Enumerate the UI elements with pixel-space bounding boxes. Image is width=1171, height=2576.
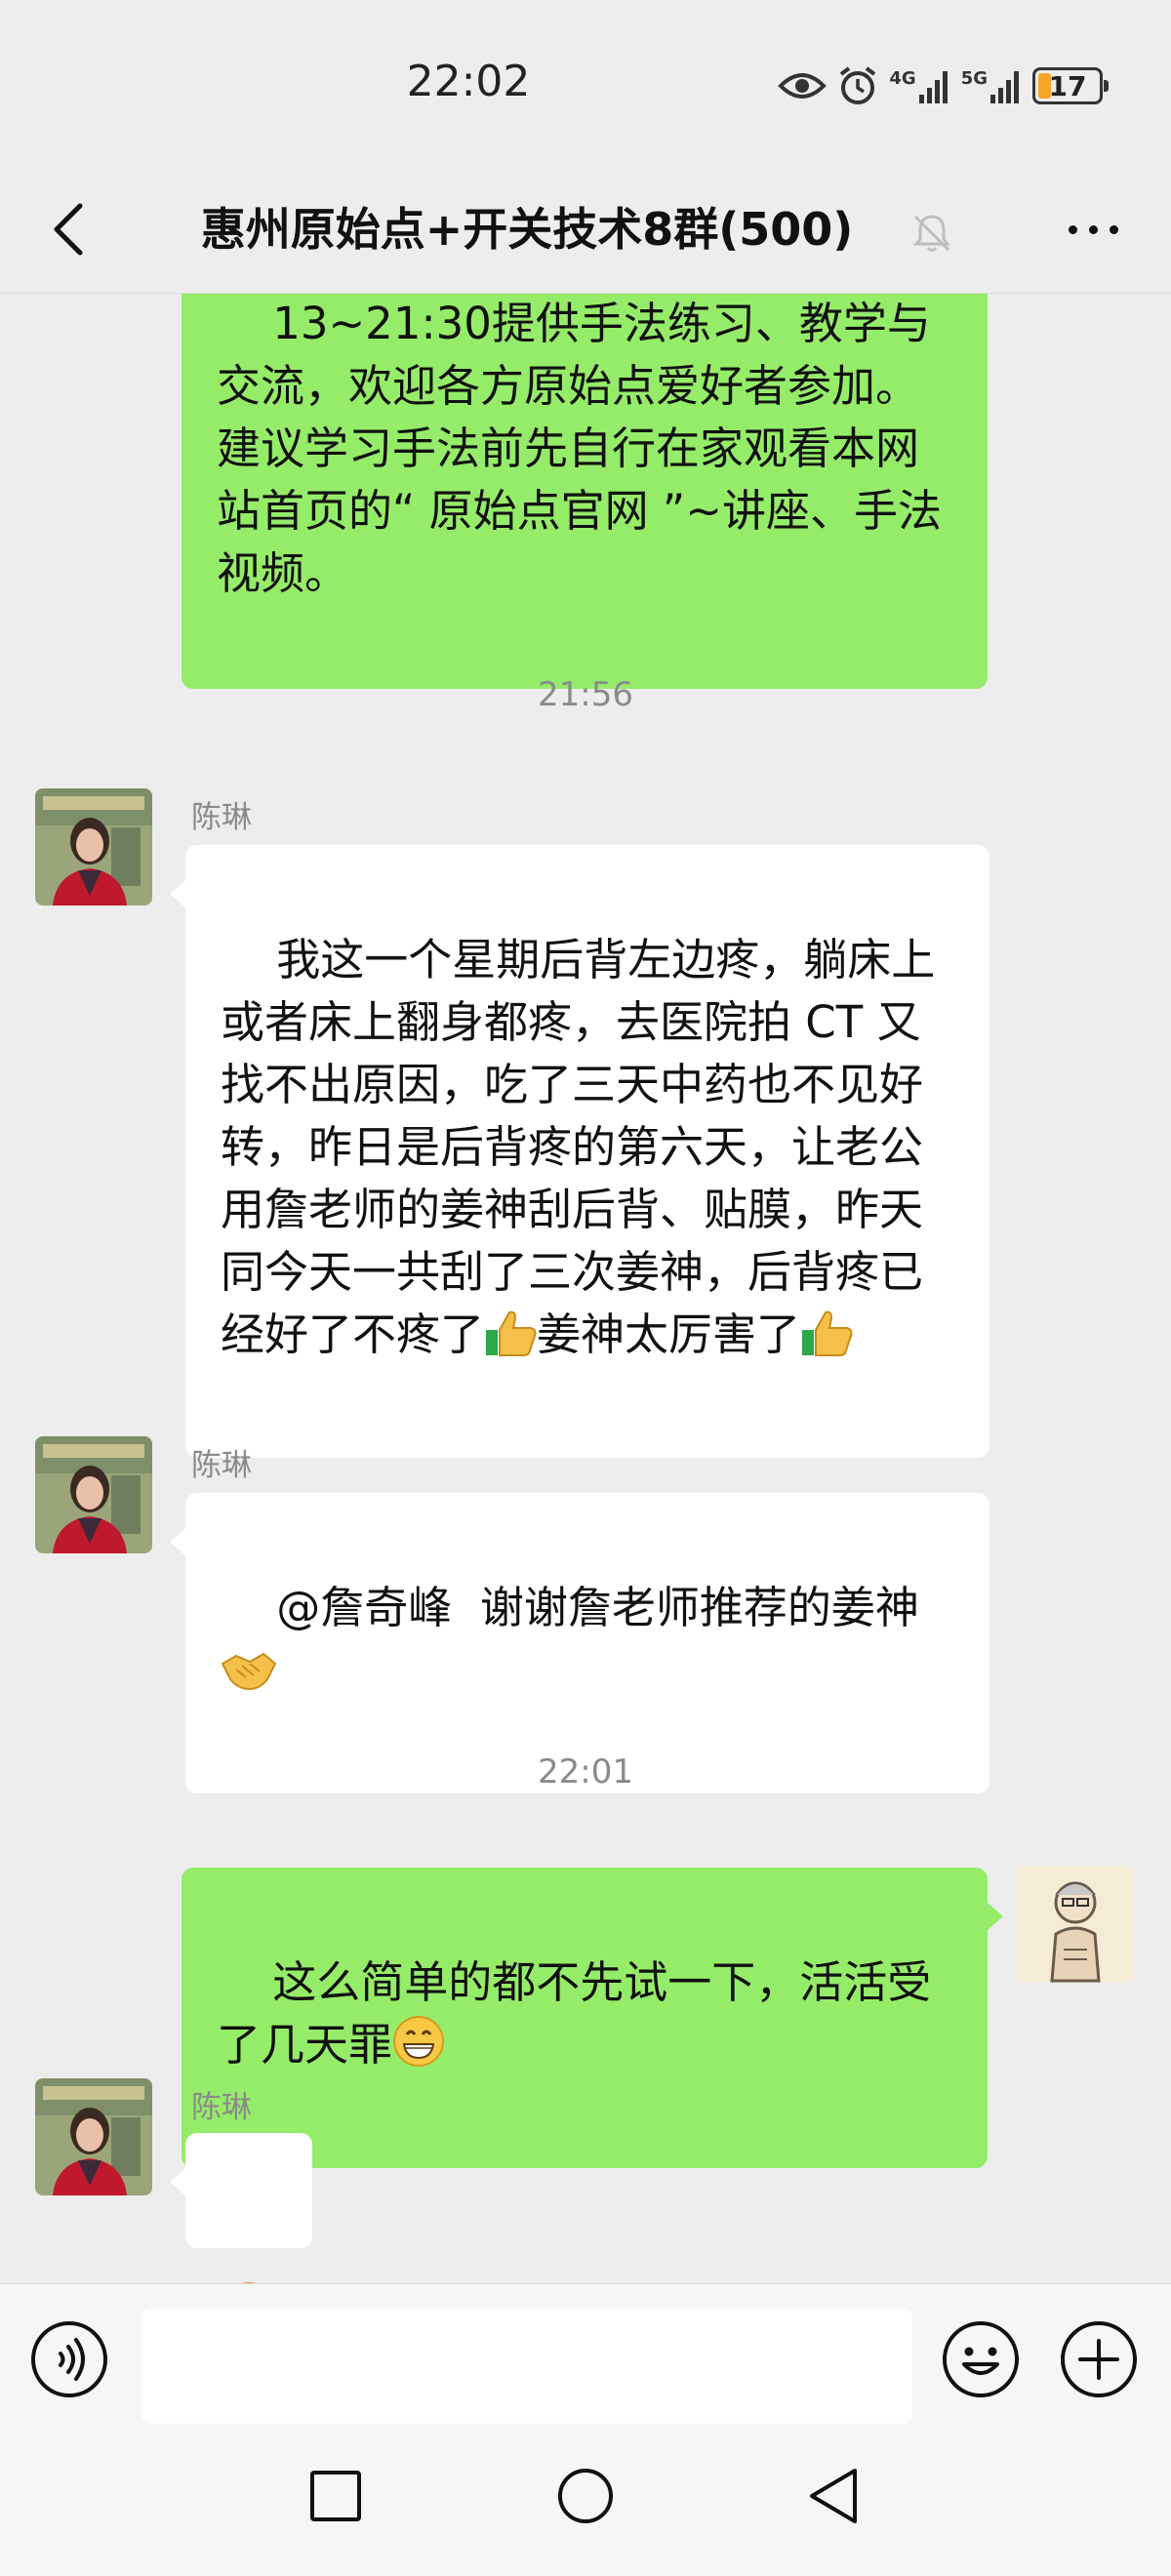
chat-title: 惠州原始点+开关技术8群(500) [200,203,854,256]
battery-level: 17 [1048,69,1087,102]
back-triangle-icon [810,2469,857,2523]
chat-messages[interactable]: 13~21:30提供手法练习、教学与交流，欢迎各方原始点爱好者参加。建议学习手法… [0,293,1171,2283]
more-dot [1068,224,1077,234]
message-text: 这么简单的都不先试一下，活活受了几天罪 [217,1956,932,2071]
voice-button[interactable] [29,2319,109,2403]
battery-icon: 17 [1032,67,1109,104]
voice-icon [31,2321,107,2397]
thumbs-up-emoji [800,1308,853,1374]
more-dot [1109,224,1118,234]
my-avatar[interactable] [1017,1866,1134,1983]
mute-bell-icon [912,215,951,252]
message-bubble-sent[interactable]: 13~21:30提供手法练习、教学与交流，欢迎各方原始点爱好者参加。建议学习手法… [182,293,988,689]
more-button[interactable] [1054,205,1132,254]
status-icons: 4G 5G 17 [778,59,1109,113]
handshake-emoji [221,1647,277,1710]
sender-name: 陈琳 [191,1448,252,1483]
signal-5g-label: 5G [960,68,988,89]
home-button[interactable] [556,2467,615,2529]
message-text: @詹奇峰 谢谢詹老师推荐的姜神 [276,1582,919,1633]
timestamp: 21:56 [538,675,633,714]
signal-5g-icon: 5G [961,68,1023,103]
avatar[interactable] [35,788,152,906]
signal-4g-label: 4G [889,68,916,89]
plus-button[interactable] [1059,2319,1139,2403]
message-bubble-sent[interactable]: 这么简单的都不先试一下，活活受了几天罪 [182,1868,1003,2168]
message-text: 我这一个星期后背左边疼，躺床上或者床上翻身都疼，去医院拍 CT 又找不出原因，吃… [221,934,936,1360]
alarm-icon [840,66,876,104]
message-text: 13~21:30提供手法练习、教学与交流，欢迎各方原始点爱好者参加。建议学习手法… [217,298,942,599]
chat-header: 惠州原始点+开关技术8群(500) [0,166,1171,294]
recents-button[interactable] [308,2469,363,2527]
back-icon [54,203,83,256]
home-icon [558,2469,613,2523]
more-dot [1088,224,1098,234]
system-back-button[interactable] [806,2467,861,2529]
message-bubble-received[interactable]: @詹奇峰 谢谢詹老师推荐的姜神 [170,1493,989,1793]
eye-icon [778,73,828,99]
recents-icon [310,2471,361,2521]
timestamp: 22:01 [538,1752,633,1791]
avatar[interactable] [35,2078,152,2195]
sender-name: 陈琳 [191,2090,252,2125]
message-bubble-received[interactable]: 我这一个星期后背左边疼，躺床上或者床上翻身都疼，去医院拍 CT 又找不出原因，吃… [170,845,989,1458]
back-button[interactable] [39,195,98,263]
grinning-face-emoji [392,2015,445,2084]
message-input[interactable] [141,2309,912,2424]
thumbs-up-emoji [484,1308,537,1374]
system-navigation-bar [0,2430,1171,2576]
signal-4g-icon: 4G [889,68,950,103]
emoji-button[interactable] [941,2319,1021,2403]
status-bar: 22:02 4G 5G 17 [0,0,1171,166]
avatar[interactable] [35,1436,152,1553]
message-text: 姜神太厉害了 [537,1308,801,1360]
input-bar [0,2283,1171,2431]
emoji-icon [943,2321,1019,2397]
message-bubble-received[interactable] [170,2133,312,2283]
sender-name: 陈琳 [191,800,252,835]
plus-icon [1061,2321,1137,2397]
